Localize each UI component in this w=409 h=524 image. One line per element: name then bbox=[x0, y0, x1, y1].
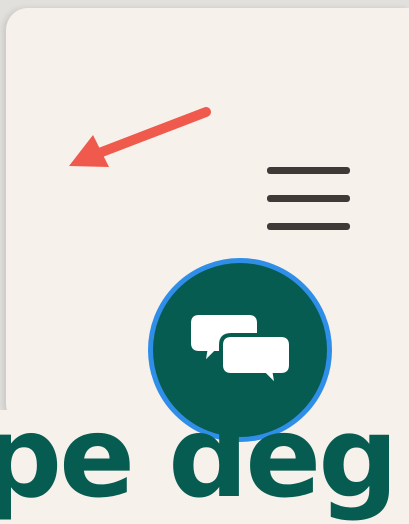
screen: pe deg bbox=[0, 0, 409, 524]
hamburger-menu-icon[interactable] bbox=[262, 160, 354, 236]
chat-bubbles-icon bbox=[189, 311, 293, 393]
menu-bar bbox=[267, 223, 350, 230]
menu-bar bbox=[267, 195, 350, 202]
annotation-arrow-icon bbox=[69, 107, 211, 167]
page-heading-fragment: pe deg bbox=[0, 393, 398, 523]
menu-bar bbox=[267, 167, 350, 174]
